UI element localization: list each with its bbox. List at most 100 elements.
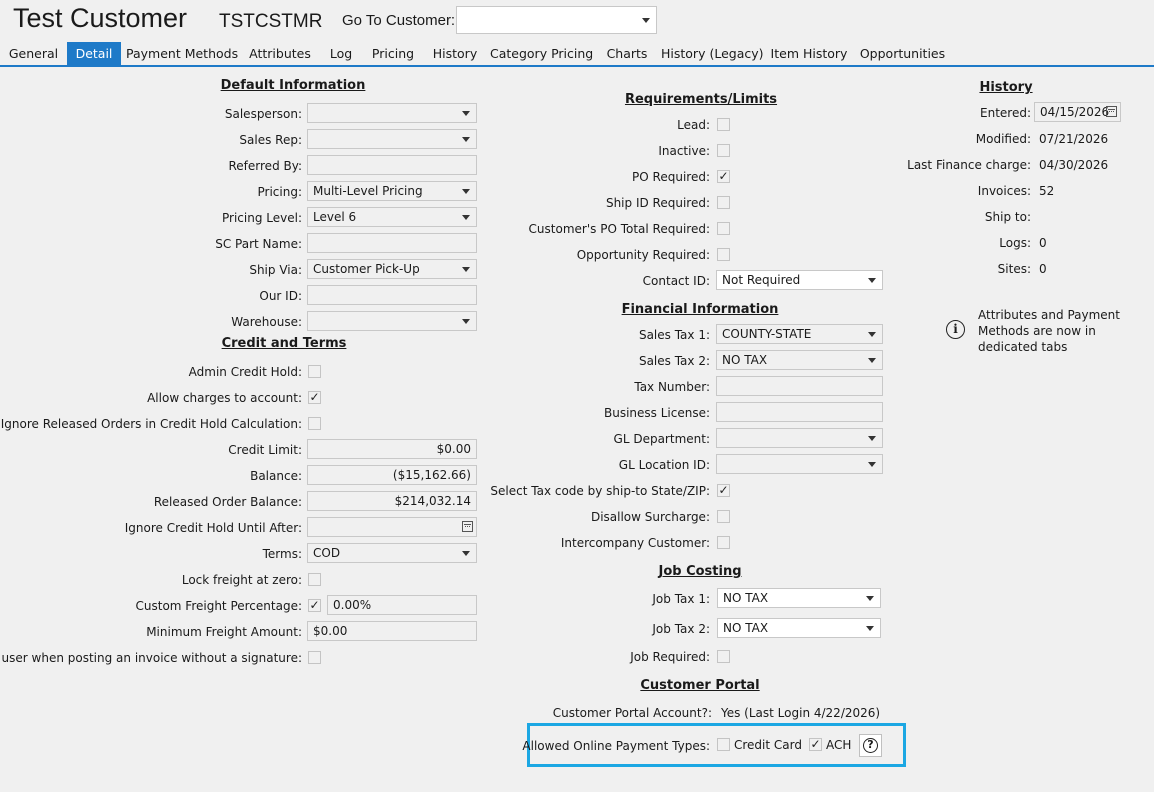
referred-by-input[interactable]: [307, 155, 477, 175]
gl-department-dropdown[interactable]: [716, 428, 883, 448]
tab-detail[interactable]: Detail: [67, 42, 121, 65]
lock-freight-checkbox[interactable]: [308, 573, 321, 586]
tab-charts[interactable]: Charts: [603, 42, 651, 65]
business-license-input[interactable]: [716, 402, 883, 422]
modified-label: Modified:: [975, 132, 1031, 146]
select-tax-checkbox[interactable]: ✓: [717, 484, 730, 497]
goto-customer-dropdown[interactable]: [456, 6, 657, 34]
job-required-label: Job Required:: [630, 650, 710, 664]
customer-portal-title: Customer Portal: [640, 678, 760, 693]
po-required-label: PO Required:: [632, 170, 710, 184]
chevron-down-icon: [868, 332, 876, 337]
tab-general[interactable]: General: [6, 42, 61, 65]
custom-freight-input[interactable]: 0.00%: [327, 595, 477, 615]
released-balance-input[interactable]: $214,032.14: [307, 491, 477, 511]
lead-checkbox[interactable]: [717, 118, 730, 131]
tab-history-legacy[interactable]: History (Legacy): [661, 42, 764, 65]
po-total-required-checkbox[interactable]: [717, 222, 730, 235]
sites-label: Sites:: [997, 262, 1031, 276]
ignore-released-label: Ignore Released Orders in Credit Hold Ca…: [0, 417, 302, 431]
ach-checkbox[interactable]: ✓: [809, 738, 822, 751]
credit-limit-input[interactable]: $0.00: [307, 439, 477, 459]
chevron-down-icon: [462, 267, 470, 272]
customer-code: TSTCSTMR: [219, 11, 323, 32]
job-tax2-dropdown[interactable]: NO TAX: [717, 618, 881, 638]
contact-id-dropdown[interactable]: Not Required: [716, 270, 883, 290]
sc-part-name-label: SC Part Name:: [215, 237, 302, 251]
job-tax1-dropdown[interactable]: NO TAX: [717, 588, 881, 608]
chevron-down-icon: [462, 215, 470, 220]
business-license-label: Business License:: [603, 406, 710, 420]
opportunity-required-checkbox[interactable]: [717, 248, 730, 261]
tab-bar: General Detail Payment Methods Attribute…: [0, 42, 1154, 67]
ship-id-required-checkbox[interactable]: [717, 196, 730, 209]
tab-opportunities[interactable]: Opportunities: [859, 42, 946, 65]
warehouse-dropdown[interactable]: [307, 311, 477, 331]
tab-item-history[interactable]: Item History: [770, 42, 848, 65]
admin-credit-hold-label: Admin Credit Hold:: [188, 365, 302, 379]
pricing-dropdown[interactable]: Multi-Level Pricing: [307, 181, 477, 201]
credit-card-checkbox[interactable]: [717, 738, 730, 751]
contact-id-value: Not Required: [722, 273, 801, 287]
po-total-required-label: Customer's PO Total Required:: [528, 222, 710, 236]
logs-value[interactable]: 0: [1039, 236, 1047, 250]
credit-limit-label: Credit Limit:: [228, 443, 302, 457]
tab-attributes[interactable]: Attributes: [246, 42, 314, 65]
tab-payment-methods[interactable]: Payment Methods: [126, 42, 238, 65]
po-required-checkbox[interactable]: ✓: [717, 170, 730, 183]
requirements-title: Requirements/Limits: [624, 92, 778, 107]
min-freight-input[interactable]: $0.00: [307, 621, 477, 641]
tab-log[interactable]: Log: [322, 42, 360, 65]
calendar-icon[interactable]: [1106, 106, 1117, 117]
chevron-down-icon: [868, 436, 876, 441]
ship-via-dropdown[interactable]: Customer Pick-Up: [307, 259, 477, 279]
sales-tax2-dropdown[interactable]: NO TAX: [716, 350, 883, 370]
terms-value: COD: [313, 546, 341, 560]
ship-via-label: Ship Via:: [249, 263, 302, 277]
ignore-released-checkbox[interactable]: [308, 417, 321, 430]
chevron-down-icon: [866, 626, 874, 631]
intercompany-checkbox[interactable]: [717, 536, 730, 549]
salesperson-dropdown[interactable]: [307, 103, 477, 123]
allow-charges-label: Allow charges to account:: [147, 391, 302, 405]
ship-to-label: Ship to:: [984, 210, 1031, 224]
sales-rep-dropdown[interactable]: [307, 129, 477, 149]
gl-location-dropdown[interactable]: [716, 454, 883, 474]
gl-location-label: GL Location ID:: [618, 458, 710, 472]
terms-label: Terms:: [262, 547, 302, 561]
balance-input[interactable]: ($15,162.66): [307, 465, 477, 485]
pricing-level-dropdown[interactable]: Level 6: [307, 207, 477, 227]
tax-number-input[interactable]: [716, 376, 883, 396]
ship-via-value: Customer Pick-Up: [313, 262, 420, 276]
sc-part-name-input[interactable]: [307, 233, 477, 253]
tab-pricing[interactable]: Pricing: [368, 42, 418, 65]
entered-date[interactable]: 04/15/2026: [1034, 102, 1121, 122]
pricing-level-value: Level 6: [313, 210, 357, 224]
tab-history[interactable]: History: [428, 42, 482, 65]
tab-category-pricing[interactable]: Category Pricing: [490, 42, 593, 65]
custom-freight-label: Custom Freight Percentage:: [135, 599, 303, 613]
sites-value[interactable]: 0: [1039, 262, 1047, 276]
custom-freight-checkbox[interactable]: ✓: [308, 599, 321, 612]
admin-credit-hold-checkbox[interactable]: [308, 365, 321, 378]
allow-charges-checkbox[interactable]: ✓: [308, 391, 321, 404]
select-tax-label: Select Tax code by ship-to State/ZIP:: [490, 484, 710, 498]
invoices-value[interactable]: 52: [1039, 184, 1054, 198]
financial-info-title: Financial Information: [621, 302, 779, 317]
terms-dropdown[interactable]: COD: [307, 543, 477, 563]
warn-signature-checkbox[interactable]: [308, 651, 321, 664]
help-button[interactable]: ?: [859, 734, 882, 757]
sales-tax1-dropdown[interactable]: COUNTY-STATE: [716, 324, 883, 344]
job-required-checkbox[interactable]: [717, 650, 730, 663]
disallow-surcharge-checkbox[interactable]: [717, 510, 730, 523]
balance-label: Balance:: [250, 469, 302, 483]
inactive-checkbox[interactable]: [717, 144, 730, 157]
disallow-surcharge-label: Disallow Surcharge:: [590, 510, 710, 524]
entered-label: Entered:: [980, 106, 1031, 120]
calendar-icon[interactable]: [462, 521, 473, 532]
finance-charge-label: Last Finance charge:: [907, 158, 1031, 172]
credit-card-label: Credit Card: [734, 738, 802, 752]
ignore-hold-until-date[interactable]: [307, 517, 477, 537]
gl-department-label: GL Department:: [613, 432, 710, 446]
our-id-input[interactable]: [307, 285, 477, 305]
